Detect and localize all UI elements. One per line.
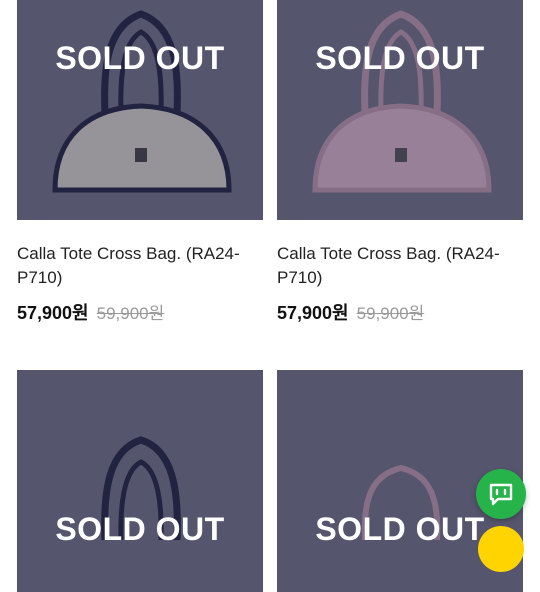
product-image[interactable]: SOLD OUT [17, 370, 263, 592]
original-price: 59,900원 [96, 304, 165, 323]
sale-price: 57,900원 [17, 303, 89, 323]
original-price: 59,900원 [356, 304, 425, 323]
sold-out-overlay [17, 370, 263, 592]
product-name[interactable]: Calla Tote Cross Bag. (RA24-P710) [17, 242, 263, 290]
product-image[interactable]: SOLD OUT [277, 0, 523, 220]
sale-price: 57,900원 [277, 303, 349, 323]
product-image[interactable]: SOLD OUT [17, 0, 263, 220]
sold-out-label: SOLD OUT [55, 511, 225, 547]
sold-out-label: SOLD OUT [55, 40, 225, 76]
sold-out-label: SOLD OUT [315, 40, 485, 76]
sold-out-overlay [17, 0, 263, 220]
price-row: 57,900원 59,900원 [17, 299, 164, 325]
chat-bubble-icon [489, 483, 513, 506]
product-name[interactable]: Calla Tote Cross Bag. (RA24-P710) [277, 242, 523, 290]
kakao-chat-button[interactable] [478, 526, 524, 572]
chat-button[interactable] [476, 469, 526, 519]
sold-out-overlay [277, 0, 523, 220]
price-row: 57,900원 59,900원 [277, 299, 424, 325]
